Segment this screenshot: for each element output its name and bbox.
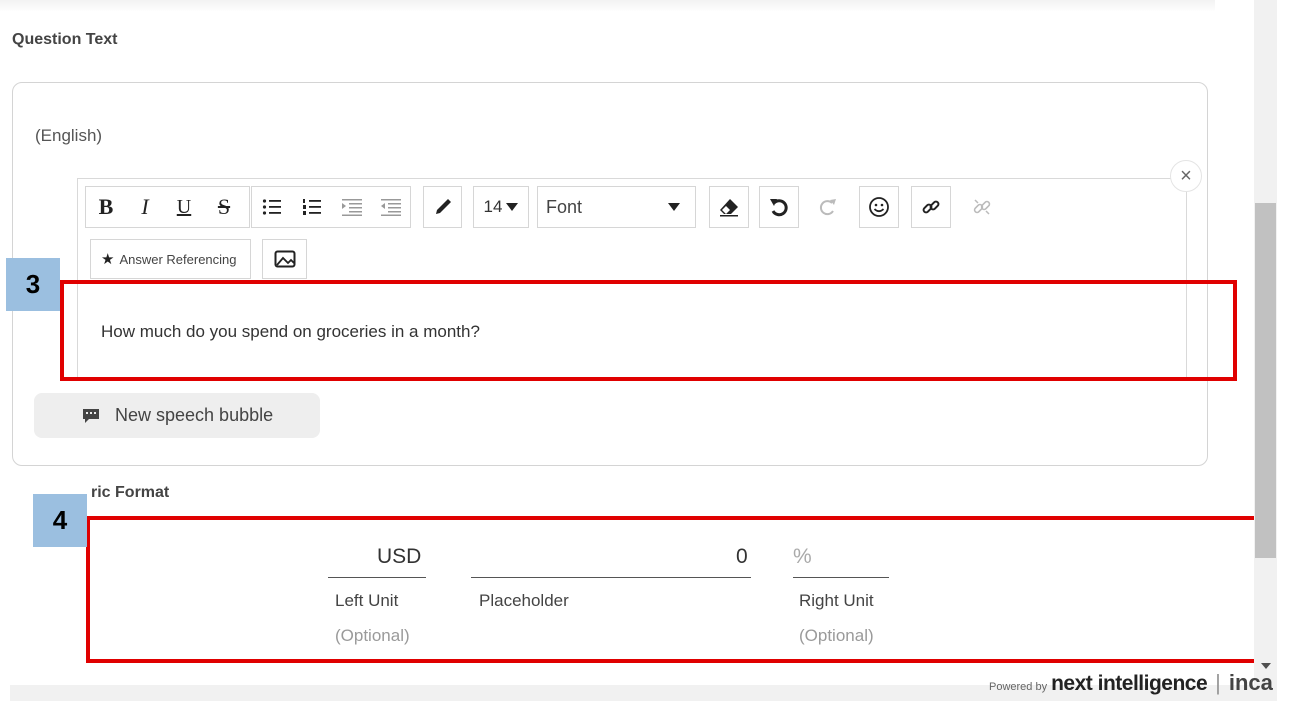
speech-bubble-icon [83, 408, 99, 423]
unlink-icon [973, 199, 991, 215]
unlink-button[interactable] [963, 186, 1001, 228]
clear-format-button[interactable] [709, 186, 749, 228]
language-label: (English) [35, 126, 103, 145]
annotation-badge-4: 4 [33, 494, 87, 547]
bold-button[interactable]: B [86, 187, 126, 227]
image-icon [274, 250, 295, 268]
annotation-badge-3: 3 [6, 258, 60, 311]
answer-referencing-label: Answer Referencing [119, 251, 237, 267]
text-style-group: B I U S [85, 186, 250, 228]
font-family-select[interactable]: Font [537, 186, 696, 228]
font-size-value: 14 [483, 197, 503, 216]
scroll-down-arrow[interactable] [1261, 663, 1271, 669]
emoji-button[interactable] [859, 186, 899, 228]
outdent-button[interactable] [372, 187, 410, 227]
close-icon: × [1180, 164, 1192, 187]
brand-name: next intelligence [1051, 672, 1208, 695]
numbered-list-icon [303, 199, 321, 215]
link-button[interactable] [911, 186, 951, 228]
product-name: inca [1228, 670, 1273, 695]
star-icon: ★ [101, 251, 115, 268]
indent-icon [342, 199, 362, 216]
font-size-select[interactable]: 14 [473, 186, 529, 228]
top-card-shadow [0, 0, 1215, 12]
font-family-value: Font [546, 196, 583, 217]
undo-button[interactable] [759, 186, 799, 228]
bullet-list-icon [262, 199, 281, 215]
new-speech-bubble-button[interactable]: New speech bubble [34, 393, 320, 438]
italic-button[interactable]: I [126, 187, 164, 227]
caret-down-icon [668, 203, 680, 211]
list-group [251, 186, 411, 228]
answer-referencing-button[interactable]: ★ Answer Referencing [90, 239, 251, 279]
numeric-format-label: ric Format [91, 484, 170, 501]
bullet-list-button[interactable] [252, 187, 292, 227]
brand-separator: | [1215, 670, 1221, 695]
insert-image-button[interactable] [262, 239, 307, 279]
underline-button[interactable]: U [164, 187, 204, 227]
highlight-box-3 [60, 280, 1237, 381]
scrollbar-thumb[interactable] [1255, 203, 1276, 558]
redo-button[interactable] [810, 186, 846, 228]
pen-icon [435, 199, 451, 214]
eraser-icon [720, 199, 738, 217]
powered-by-logo: Powered by next intelligence | inca [989, 670, 1273, 696]
question-text-label: Question Text [12, 31, 118, 48]
highlight-box-4 [86, 516, 1264, 663]
text-color-button[interactable] [423, 186, 462, 228]
strikethrough-button[interactable]: S [204, 187, 244, 227]
emoji-icon [869, 197, 889, 217]
indent-button[interactable] [332, 187, 372, 227]
caret-down-icon [506, 203, 519, 211]
powered-by-text: Powered by [989, 681, 1048, 693]
speech-bubble-label: New speech bubble [115, 405, 274, 425]
close-editor-button[interactable]: × [1170, 160, 1202, 192]
undo-icon [770, 199, 788, 217]
redo-icon [819, 199, 836, 216]
numbered-list-button[interactable] [292, 187, 332, 227]
link-icon [922, 200, 940, 214]
outdent-icon [381, 199, 401, 216]
